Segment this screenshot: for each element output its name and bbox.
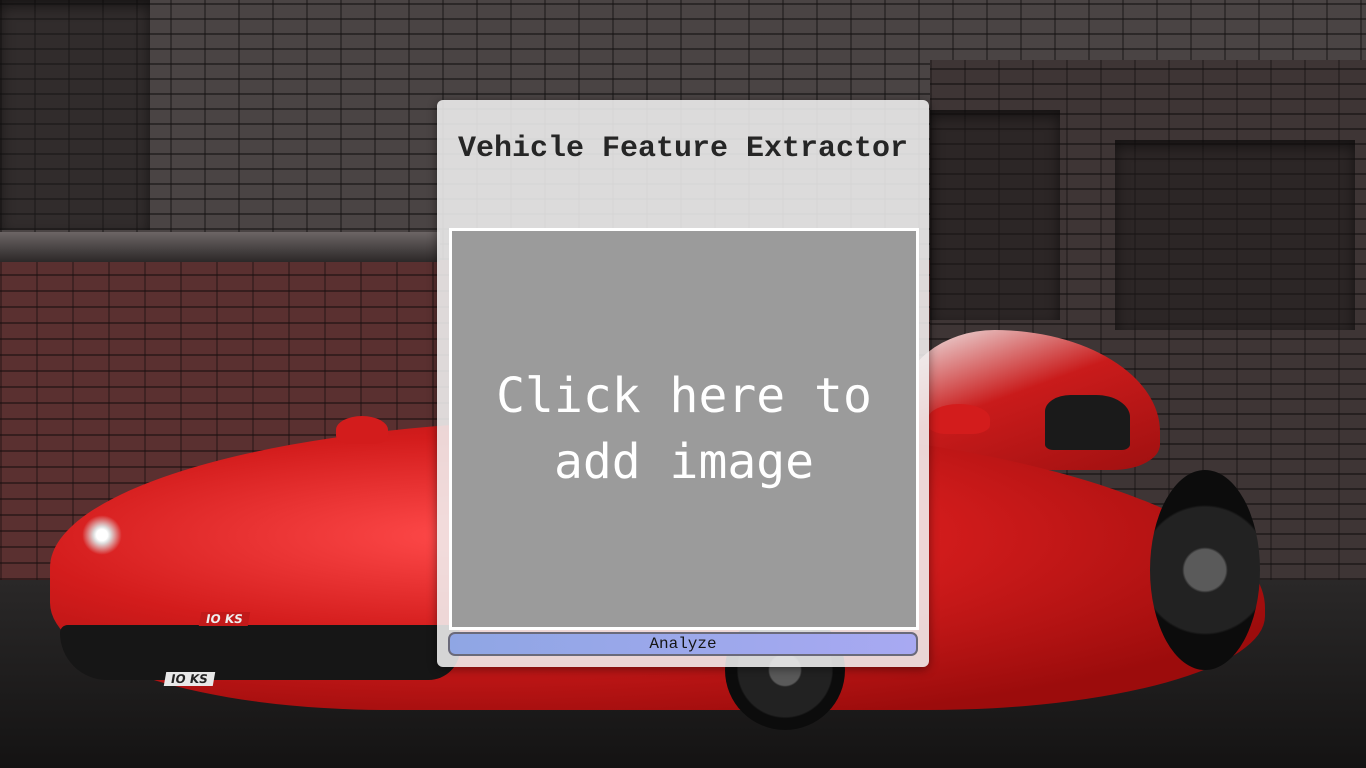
wall-recess xyxy=(0,0,150,230)
car-rear-wheel xyxy=(1150,470,1260,670)
analyze-button[interactable]: Analyze xyxy=(448,632,918,656)
app-title: Vehicle Feature Extractor xyxy=(457,132,909,166)
dropzone-prompt: Click here to add image xyxy=(496,368,872,490)
car-window xyxy=(1045,395,1130,450)
car-mirror-right xyxy=(928,404,990,434)
wall-ledge xyxy=(0,232,440,262)
wall-recess xyxy=(1115,140,1355,330)
car-grille xyxy=(60,625,460,680)
license-plate-upper: IO KS xyxy=(198,612,251,626)
license-plate-lower: IO KS xyxy=(163,672,216,686)
car-mirror-left xyxy=(336,416,388,444)
car-headlight xyxy=(82,515,122,555)
image-dropzone[interactable]: Click here to add image xyxy=(449,228,919,630)
feature-extractor-card: Vehicle Feature Extractor Click here to … xyxy=(437,100,929,667)
wall-recess xyxy=(930,110,1060,320)
